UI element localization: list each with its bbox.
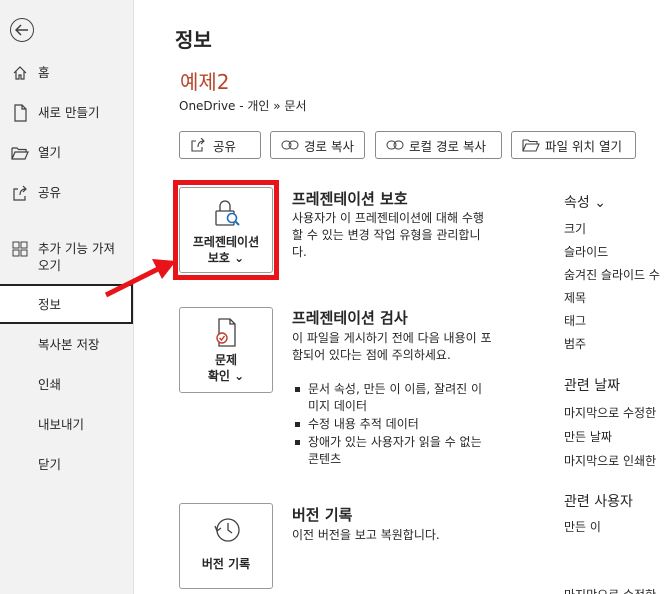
inspect-document-icon: [213, 318, 241, 348]
inspect-desc: 이 파일을 게시하기 전에 다음 내용이 포함되어 있다는 점에 주의하세요.: [292, 331, 492, 362]
property-size: 크기: [564, 222, 587, 236]
link-icon: [281, 137, 299, 153]
copy-local-path-label: 로컬 경로 복사: [409, 138, 486, 154]
version-history-label: 버전 기록: [201, 557, 251, 571]
copy-local-path-button[interactable]: 로컬 경로 복사: [375, 131, 502, 159]
info-panel: 정보 예제2 OneDrive - 개인 » 문서 공유 경로 복사 로컬 경로…: [135, 0, 664, 594]
open-file-location-label: 파일 위치 열기: [545, 138, 622, 154]
page-title: 정보: [175, 28, 212, 52]
date-created: 만든 날짜: [564, 430, 612, 444]
date-last-modified: 마지막으로 수정한: [564, 406, 657, 420]
home-icon: [11, 64, 29, 82]
sidebar-item-label: 닫기: [38, 457, 62, 472]
sidebar-item-new[interactable]: 새로 만들기: [0, 104, 134, 124]
share-button[interactable]: 공유: [179, 131, 261, 159]
inspect-bullets: 문서 속성, 만든 이 이름, 잘려진 이미지 데이터 수정 내용 추적 데이터…: [292, 381, 492, 469]
people-last-modified: 마지막으로 수정한: [564, 586, 656, 594]
folder-open-icon: [11, 144, 29, 162]
property-hidden-slides: 숨겨진 슬라이드 수: [564, 268, 660, 282]
annotation-arrow-icon: [104, 259, 176, 298]
sidebar-item-print[interactable]: 인쇄: [0, 376, 134, 396]
sidebar-item-label: 홈: [38, 65, 50, 80]
check-issues-label-line2: 확인 ⌄: [207, 369, 245, 383]
versions-title: 버전 기록: [292, 506, 353, 524]
sidebar-item-save-copy[interactable]: 복사본 저장: [0, 336, 134, 356]
open-file-location-button[interactable]: 파일 위치 열기: [511, 131, 636, 159]
link-icon: [386, 137, 404, 153]
list-item: 수정 내용 추적 데이터: [292, 416, 492, 433]
check-issues-label-line1: 문제: [214, 353, 238, 367]
sidebar-item-share[interactable]: 공유: [0, 184, 134, 204]
versions-desc: 이전 버전을 보고 복원합니다.: [292, 528, 440, 542]
sidebar-item-label: 공유: [38, 185, 62, 200]
people-author: 만든 이: [564, 520, 601, 534]
sidebar-item-home[interactable]: 홈: [0, 64, 134, 84]
properties-header[interactable]: 속성 ⌄: [564, 192, 606, 212]
related-people-header: 관련 사용자: [564, 494, 633, 510]
list-item: 문서 속성, 만든 이 이름, 잘려진 이미지 데이터: [292, 381, 492, 415]
inspect-title: 프레젠테이션 검사: [292, 309, 408, 327]
sidebar-item-label: 새로 만들기: [38, 105, 100, 120]
sidebar-item-label: 인쇄: [38, 377, 62, 392]
related-dates-header: 관련 날짜: [564, 378, 620, 394]
sidebar-item-label: 열기: [38, 145, 62, 160]
sidebar-item-open[interactable]: 열기: [0, 144, 134, 164]
sidebar-item-close[interactable]: 닫기: [0, 456, 134, 476]
document-name: 예제2: [180, 70, 230, 94]
share-icon: [11, 184, 29, 202]
new-file-icon: [11, 104, 29, 122]
back-arrow-icon[interactable]: [10, 18, 34, 42]
history-clock-icon: [213, 514, 241, 544]
copy-path-label: 경로 복사: [304, 138, 354, 154]
protect-desc: 사용자가 이 프레젠테이션에 대해 수행할 수 있는 변경 작업 유형을 관리합…: [292, 211, 484, 259]
protect-title: 프레젠테이션 보호: [292, 190, 408, 208]
version-history-button[interactable]: 버전 기록: [179, 503, 273, 589]
sidebar-item-label: 정보: [38, 297, 62, 312]
date-last-printed: 마지막으로 인쇄한: [564, 454, 657, 468]
copy-path-button[interactable]: 경로 복사: [270, 131, 365, 159]
sidebar-item-export[interactable]: 내보내기: [0, 416, 134, 436]
addins-grid-icon: [11, 240, 29, 258]
property-category: 범주: [564, 337, 587, 351]
folder-icon: [522, 137, 540, 153]
sidebar-item-label: 내보내기: [38, 417, 85, 432]
property-tags: 태그: [564, 314, 587, 328]
list-item: 장애가 있는 사용자가 읽을 수 없는 콘텐츠: [292, 434, 492, 468]
share-label: 공유: [213, 138, 237, 154]
sidebar-item-label: 복사본 저장: [38, 337, 100, 352]
document-path: OneDrive - 개인 » 문서: [179, 99, 307, 113]
property-title: 제목: [564, 291, 587, 305]
check-issues-button[interactable]: 문제 확인 ⌄: [179, 307, 273, 393]
share-icon: [190, 137, 208, 153]
property-slides: 슬라이드: [564, 245, 609, 259]
